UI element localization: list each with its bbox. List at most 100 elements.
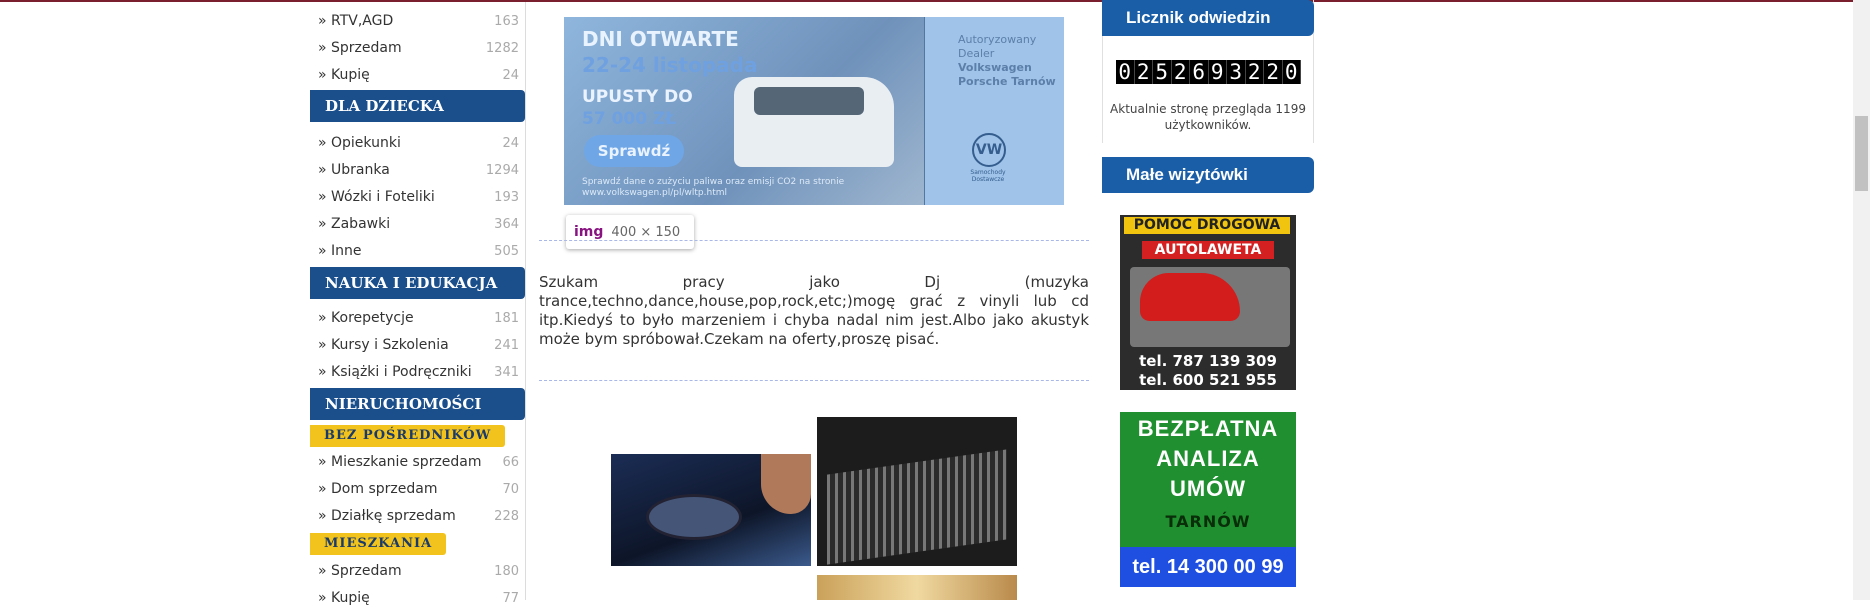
counter-digit: 2 [1246,60,1264,84]
category-item[interactable]: » Książki i Podręczniki 341 [310,359,525,386]
mixer-panel [827,449,1007,565]
category-item[interactable]: » Dom sprzedam 70 [310,476,525,503]
contract-analysis-ad[interactable]: BEZPŁATNA ANALIZA UMÓW TARNÓW tel. 14 30… [1120,412,1296,587]
category-count: 193 [494,190,519,205]
category-label: » Dom sprzedam [318,481,438,497]
category-count: 364 [494,217,519,232]
ad-road-phone-1: tel. 787 139 309 [1139,352,1277,370]
listing-description: Szukam pracy jako Dj (muzyka trance,tech… [539,273,1089,348]
counter-digit: 9 [1209,60,1227,84]
category-item[interactable]: » Kupię 24 [310,62,525,89]
vw-logo-icon: VW [972,133,1006,167]
category-label: » Sprzedam [318,40,402,56]
category-item[interactable]: » Korepetycje 181 [310,305,525,332]
category-count: 1282 [485,41,519,56]
category-label: » Mieszkanie sprzedam [318,454,482,470]
ad-road-phone-2: tel. 600 521 955 [1139,371,1277,389]
category-count: 505 [494,244,519,259]
category-item[interactable]: » Wózki i Foteliki 193 [310,184,525,211]
tooltip-dimensions: 400 × 150 [611,225,681,240]
category-item[interactable]: » Mieszkanie sprzedam 66 [310,449,525,476]
category-label: » Działkę sprzedam [318,508,456,524]
counter-digit: 5 [1153,60,1172,84]
ad-dates: 22-24 listopada [582,53,758,77]
category-label: » Wózki i Foteliki [318,189,435,205]
ad-fine-print: Sprawdź dane o zużyciu paliwa oraz emisj… [582,177,845,198]
van-window [754,87,864,115]
dashed-divider [539,240,1089,241]
ad-divider [924,17,925,205]
category-count: 1294 [485,163,519,178]
top-border [0,0,1870,2]
category-item[interactable]: » Opiekunki 24 [310,130,525,157]
ad-check-button[interactable]: Sprawdź [584,135,684,167]
ad-green-line-2: ANALIZA [1156,446,1260,471]
dealer-line: Dealer [958,47,995,60]
page-scrollbar[interactable] [1853,0,1870,600]
ad-road-title: POMOC DROGOWA [1124,217,1290,234]
section-header-dla-dziecka: DLA DZIECKA [310,90,525,122]
category-count: 181 [494,311,519,326]
ad-headline: DNI OTWARTE [582,27,739,51]
category-label: » Zabawki [318,216,391,232]
category-sidebar: » RTV,AGD 163 » Sprzedam 1282 » Kupię 24… [310,2,526,606]
category-label: » Sprzedam [318,563,402,579]
ad-green-phone: tel. 14 300 00 99 [1120,547,1296,587]
category-item[interactable]: » Ubranka 1294 [310,157,525,184]
category-label: » Inne [318,243,362,259]
visit-counter-title: Licznik odwiedzin [1102,0,1314,36]
volkswagen-banner-ad[interactable]: DNI OTWARTE 22-24 listopada UPUSTY DO 57… [564,17,1064,205]
dashed-divider [539,380,1089,381]
dealer-line: Volkswagen [958,61,1032,74]
turntable-disc [646,494,742,540]
red-car-image [1140,273,1240,321]
category-item[interactable]: » Zabawki 364 [310,211,525,238]
category-count: 66 [502,455,519,470]
category-item[interactable]: » Kursy i Szkolenia 241 [310,332,525,359]
ad-green-city: TARNÓW [1165,512,1251,531]
category-label: » Kupię [318,590,370,606]
category-count: 163 [494,14,519,29]
category-count: 341 [494,365,519,380]
category-count: 77 [502,591,519,606]
counter-digit: 2 [1264,60,1283,84]
section-header-nauka-i-edukacja: NAUKA I EDUKACJA [310,267,525,299]
tooltip-tag: img [574,224,604,240]
listing-photo-third[interactable] [817,575,1017,600]
category-count: 241 [494,338,519,353]
dealer-line: Autoryzowany [958,33,1037,46]
category-count: 70 [502,482,519,497]
dealer-line: Porsche Tarnów [958,75,1056,88]
category-item[interactable]: » Sprzedam 180 [310,558,525,585]
ad-road-subtitle: AUTOLAWETA [1142,241,1274,259]
section-header-nieruchomosci: NIERUCHOMOŚCI [310,388,525,420]
category-item[interactable]: » Działkę sprzedam 228 [310,503,525,530]
category-label: » Ubranka [318,162,390,178]
category-item[interactable]: » Sprzedam 1282 [310,35,525,62]
visit-counter-digits: 0 2 5 2 6 9 3 2 2 0 [1116,60,1301,84]
business-cards-title: Małe wizytówki [1102,157,1314,193]
ad-discount-label: UPUSTY DO [582,87,693,107]
category-item[interactable]: » Kupię 77 [310,585,525,612]
ad-discount-amount: 57 000 ZŁ [582,109,677,129]
scrollbar-thumb[interactable] [1855,116,1868,191]
listing-photo-mixer[interactable] [817,417,1017,566]
subsection-badge-bez-posrednikow: BEZ POŚREDNIKÓW [310,425,506,447]
category-count: 24 [502,68,519,83]
dj-hand [761,454,811,514]
devtools-image-tooltip: img 400 × 150 [566,215,694,249]
roadside-assistance-ad[interactable]: POMOC DROGOWA AUTOLAWETA tel. 787 139 30… [1120,215,1296,390]
listing-photo-turntable[interactable] [611,454,811,566]
category-label: » Kursy i Szkolenia [318,337,449,353]
ad-green-line-3: UMÓW [1169,476,1247,501]
category-label: » Kupię [318,67,370,83]
counter-digit: 2 [1135,60,1153,84]
counter-digit: 0 [1116,60,1135,84]
category-count: 228 [494,509,519,524]
category-item[interactable]: » RTV,AGD 163 [310,8,525,35]
category-label: » Korepetycje [318,310,414,326]
category-item[interactable]: » Inne 505 [310,238,525,265]
vw-logo-caption: Samochody Dostawcze [970,169,1006,183]
counter-digit: 0 [1283,60,1301,84]
counter-digit: 2 [1172,60,1190,84]
